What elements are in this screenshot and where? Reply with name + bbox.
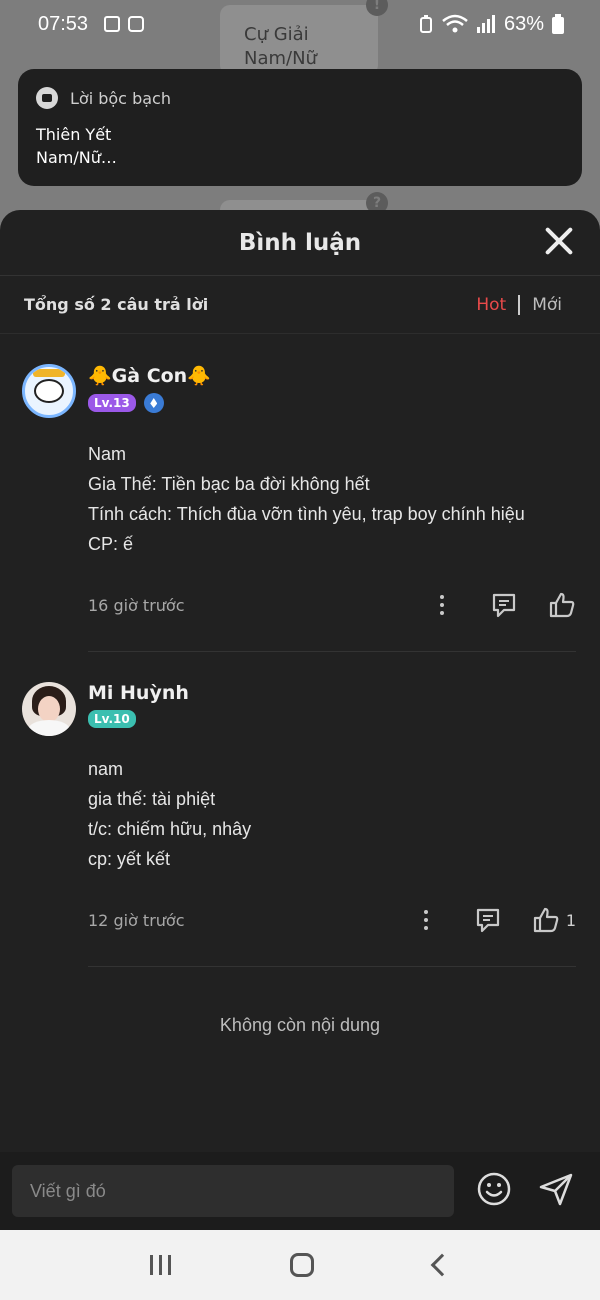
- comment-line: gia thế: tài phiệt: [88, 789, 216, 809]
- comment-item: Mi Huỳnh Lv.10 nam gia thế: tài phiệt t/…: [0, 682, 600, 940]
- commenter-name[interactable]: 🐥Gà Con🐥: [88, 364, 576, 387]
- send-icon[interactable]: [538, 1171, 574, 1211]
- message-icon: [36, 87, 58, 109]
- back-icon[interactable]: [430, 1253, 454, 1277]
- battery-icon: [552, 14, 564, 34]
- comment-line: t/c: chiếm hữu, nhây: [88, 819, 252, 839]
- notification-body: Thiên Yết Nam/Nữ…: [36, 125, 117, 167]
- avatar[interactable]: [22, 682, 76, 736]
- more-options-icon[interactable]: [416, 910, 436, 930]
- commenter-name[interactable]: Mi Huỳnh: [88, 682, 576, 704]
- system-nav-bar: [0, 1230, 600, 1300]
- comment-line: CP: ế: [88, 534, 134, 554]
- recent-apps-icon[interactable]: [149, 1255, 171, 1275]
- battery-saver-icon: [419, 15, 432, 33]
- like-icon[interactable]: [532, 906, 560, 934]
- notification-banner[interactable]: Lời bộc bạch Thiên Yết Nam/Nữ…: [18, 69, 582, 186]
- emoji-icon[interactable]: [476, 1171, 512, 1211]
- comment-line: Gia Thế: Tiền bạc ba đời không hết: [88, 474, 370, 494]
- gallery-icon: [104, 16, 121, 32]
- sort-new-tab[interactable]: Mới: [532, 295, 576, 315]
- like-icon[interactable]: [548, 591, 576, 619]
- signal-icon: [476, 15, 495, 33]
- close-icon[interactable]: [544, 226, 574, 256]
- reply-icon[interactable]: [490, 591, 518, 619]
- comment-line: nam: [88, 759, 124, 779]
- comment-divider: [88, 966, 576, 967]
- comment-text: nam gia thế: tài phiệt t/c: chiếm hữu, n…: [88, 754, 576, 874]
- level-badge: Lv.13: [88, 394, 136, 412]
- sort-hot-tab[interactable]: Hot: [476, 295, 506, 315]
- comment-line: cp: yết kết: [88, 849, 171, 869]
- reply-count: Tổng số 2 câu trả lời: [24, 295, 209, 314]
- notification-app-name: Lời bộc bạch: [70, 88, 171, 108]
- diamond-badge-icon: [143, 393, 164, 413]
- like-count: 1: [565, 910, 576, 930]
- sheet-title: Bình luận: [238, 229, 362, 256]
- comment-line: Tính cách: Thích đùa vỡn tình yêu, trap …: [88, 504, 525, 524]
- reply-icon[interactable]: [474, 906, 502, 934]
- comment-input[interactable]: [12, 1165, 454, 1217]
- home-icon[interactable]: [290, 1253, 315, 1277]
- comment-item: 🐥Gà Con🐥 Lv.13 Nam Gia Thế: Tiền bạc ba …: [0, 364, 600, 625]
- status-time: 07:53: [38, 12, 89, 35]
- level-badge: Lv.10: [88, 710, 136, 728]
- comment-time: 16 giờ trước: [88, 595, 185, 615]
- app-notification-icon: [128, 16, 145, 32]
- comment-input-bar: [0, 1152, 600, 1230]
- avatar[interactable]: [22, 364, 76, 418]
- status-bar: 07:53 63%: [0, 0, 600, 48]
- comment-divider: [88, 651, 576, 652]
- wifi-icon: [442, 14, 468, 33]
- more-options-icon[interactable]: [432, 595, 452, 615]
- comment-line: Nam: [88, 444, 127, 464]
- comments-sheet: Bình luận Tổng số 2 câu trả lời Hot Mới …: [0, 210, 600, 1230]
- end-of-list-text: Không còn nội dung: [219, 1015, 381, 1035]
- sort-divider: [518, 294, 521, 315]
- battery-percent: 63%: [503, 12, 544, 35]
- comment-text: Nam Gia Thế: Tiền bạc ba đời không hết T…: [88, 439, 576, 559]
- comment-time: 12 giờ trước: [88, 910, 185, 930]
- background-card-subtitle: Nam/Nữ: [244, 48, 317, 69]
